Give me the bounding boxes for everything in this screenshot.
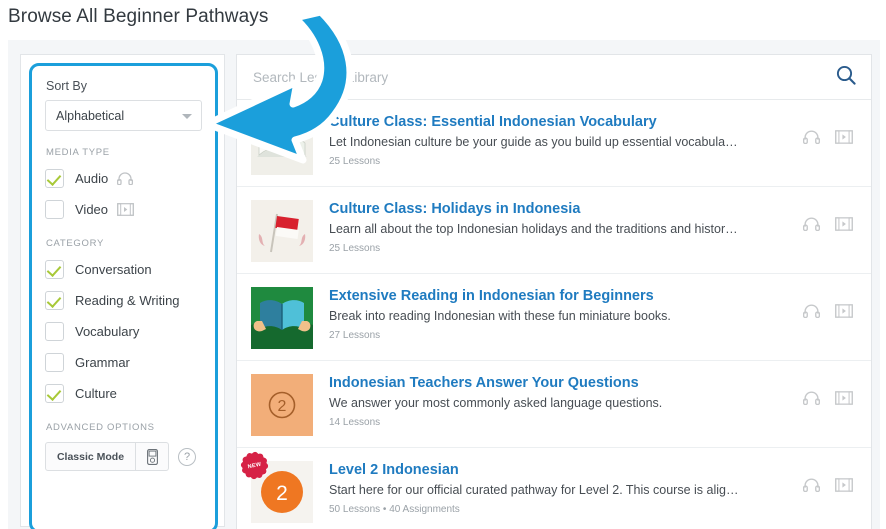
film-icon [117, 202, 134, 216]
lesson-media-icons [802, 374, 857, 410]
headphones-icon [802, 478, 821, 497]
new-badge: NEW [242, 453, 267, 478]
headphones-icon [802, 304, 821, 323]
lesson-meta: 25 Lessons [329, 156, 381, 167]
category-label: CATEGORY [46, 238, 105, 249]
page-title: Browse All Beginner Pathways [8, 6, 269, 27]
checkbox-culture[interactable] [45, 383, 64, 403]
filter-label-grammar: Grammar [75, 354, 130, 370]
film-icon [835, 478, 853, 497]
search-icon[interactable] [835, 64, 857, 91]
sort-by-select[interactable]: Alphabetical [45, 100, 202, 131]
lesson-text: Culture Class: Essential Indonesian Voca… [329, 113, 803, 167]
filter-label-video: Video [75, 201, 109, 217]
lesson-title[interactable]: Extensive Reading in Indonesian for Begi… [329, 288, 803, 304]
lesson-meta: 50 Lessons • 40 Assignments [329, 504, 460, 515]
lesson-row[interactable]: NEW 2 Level 2 Indonesian Start here for … [237, 448, 871, 529]
lesson-description: We answer your most commonly asked langu… [329, 396, 663, 410]
lesson-text: Culture Class: Holidays in Indonesia Lea… [329, 200, 803, 254]
headphones-icon [802, 130, 821, 149]
film-icon [835, 217, 853, 236]
filter-option-conversation[interactable]: Conversation [45, 258, 202, 280]
filter-option-video[interactable]: Video [45, 198, 202, 220]
lesson-text: Indonesian Teachers Answer Your Question… [329, 374, 803, 428]
filter-option-grammar[interactable]: Grammar [45, 351, 202, 373]
advanced-options-bar: Classic Mode [45, 442, 169, 471]
lesson-meta: 14 Lessons [329, 417, 381, 428]
lesson-text: Level 2 Indonesian Start here for our of… [329, 461, 803, 515]
filter-label-conversation: Conversation [75, 261, 152, 277]
lesson-media-icons [802, 113, 857, 149]
film-icon [835, 130, 853, 149]
question-mark-icon[interactable]: ? [178, 447, 196, 466]
headphones-icon [117, 171, 134, 185]
lesson-meta: 27 Lessons [329, 330, 381, 341]
filter-panel: Sort By Alphabetical MEDIA TYPE Audio Vi… [29, 63, 218, 529]
hands-holding-book-thumbnail [251, 287, 313, 349]
search-input[interactable]: Search Lesson Library [253, 70, 835, 85]
headphones-icon [802, 217, 821, 236]
lesson-description: Let Indonesian culture be your guide as … [329, 135, 738, 149]
checkbox-vocabulary[interactable] [45, 321, 64, 341]
lesson-row[interactable]: Extensive Reading in Indonesian for Begi… [237, 274, 871, 361]
lesson-library-panel: Search Lesson Library Culture Class: Ess… [236, 54, 872, 529]
filter-label-audio: Audio [75, 170, 109, 186]
svg-text:2: 2 [278, 398, 287, 415]
checkbox-conversation[interactable] [45, 259, 64, 279]
headphones-icon [802, 391, 821, 410]
checkbox-video[interactable] [45, 199, 64, 219]
app-body: Sort By Alphabetical MEDIA TYPE Audio Vi… [8, 40, 880, 529]
advanced-options-label: ADVANCED OPTIONS [46, 422, 155, 433]
advanced-options-row: Classic Mode ? [45, 442, 202, 471]
svg-text:2: 2 [276, 482, 288, 505]
lesson-description: Break into reading Indonesian with these… [329, 309, 671, 323]
sort-by-value: Alphabetical [56, 108, 125, 123]
level-2-outline-thumbnail: 2 [251, 374, 313, 436]
lesson-title[interactable]: Culture Class: Essential Indonesian Voca… [329, 114, 803, 130]
lesson-title[interactable]: Level 2 Indonesian [329, 462, 803, 478]
filter-option-culture[interactable]: Culture [45, 382, 202, 404]
sidebar-card: Sort By Alphabetical MEDIA TYPE Audio Vi… [20, 54, 225, 529]
screenshot-root: Browse All Beginner Pathways Sort By Alp… [0, 0, 886, 529]
filter-label-culture: Culture [75, 385, 117, 401]
filter-option-audio[interactable]: Audio [45, 167, 202, 189]
thumbnail-wrap [251, 287, 313, 349]
lesson-row[interactable]: 2 Indonesian Teachers Answer Your Questi… [237, 361, 871, 448]
sort-by-label: Sort By [46, 79, 87, 93]
lesson-meta: 25 Lessons [329, 243, 381, 254]
checkbox-audio[interactable] [45, 168, 64, 188]
chevron-down-icon [182, 113, 192, 119]
lesson-text: Extensive Reading in Indonesian for Begi… [329, 287, 803, 341]
film-icon [835, 391, 853, 410]
checkbox-reading-writing[interactable] [45, 290, 64, 310]
lesson-title[interactable]: Indonesian Teachers Answer Your Question… [329, 375, 803, 391]
thumbnail-wrap: 2 [251, 374, 313, 436]
film-icon [835, 304, 853, 323]
lesson-title[interactable]: Culture Class: Holidays in Indonesia [329, 201, 803, 217]
lesson-row[interactable]: Culture Class: Essential Indonesian Voca… [237, 100, 871, 187]
lesson-media-icons [802, 287, 857, 323]
lesson-description: Start here for our official curated path… [329, 483, 739, 497]
lesson-media-icons [802, 461, 857, 497]
lesson-description: Learn all about the top Indonesian holid… [329, 222, 738, 236]
media-type-label: MEDIA TYPE [46, 147, 110, 158]
thumbnail-wrap [251, 113, 313, 175]
lesson-media-icons [802, 200, 857, 236]
lesson-row[interactable]: Culture Class: Holidays in Indonesia Lea… [237, 187, 871, 274]
filter-label-reading-writing: Reading & Writing [75, 292, 180, 308]
thumbnail-wrap: NEW 2 [242, 453, 313, 523]
filter-option-reading-writing[interactable]: Reading & Writing [45, 289, 202, 311]
classic-mode-button[interactable]: Classic Mode [46, 443, 135, 470]
search-bar[interactable]: Search Lesson Library [237, 55, 871, 100]
ipod-icon[interactable] [135, 443, 168, 470]
filter-option-vocabulary[interactable]: Vocabulary [45, 320, 202, 342]
thumbnail-wrap [251, 200, 313, 262]
checkbox-grammar[interactable] [45, 352, 64, 372]
open-book-photo-thumbnail [251, 113, 313, 175]
indonesian-flag-thumbnail [251, 200, 313, 262]
filter-label-vocabulary: Vocabulary [75, 323, 140, 339]
